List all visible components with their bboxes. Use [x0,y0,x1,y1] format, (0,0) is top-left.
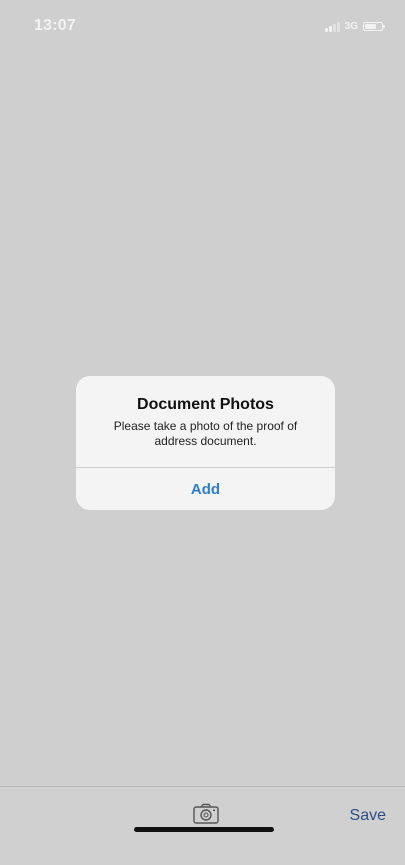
document-photos-alert: Document Photos Please take a photo of t… [76,376,335,510]
signal-bar-2 [328,25,332,32]
status-indicators: 3G [324,21,385,32]
network-type: 3G [344,21,358,32]
alert-message: Please take a photo of the proof of addr… [113,419,298,448]
signal-bar-3 [332,23,336,32]
status-bar: 13:07 3G [0,0,405,44]
camera-icon [193,803,219,824]
status-time: 13:07 [34,17,76,34]
battery-icon [363,22,385,31]
camera-button[interactable] [192,803,220,825]
save-button[interactable]: Save [350,807,386,825]
alert-content: Document Photos Please take a photo of t… [76,376,335,467]
battery-level [365,24,377,29]
document-photos-screen: 13:07 3G Document Photos Please take a p… [0,0,405,865]
signal-bar-4 [336,21,340,32]
alert-title: Document Photos [137,396,274,413]
signal-bar-1 [324,27,328,32]
signal-strength-icon [324,21,340,32]
bottom-toolbar: Save [0,786,405,865]
home-indicator [134,827,274,832]
add-button[interactable]: Add [76,468,335,510]
